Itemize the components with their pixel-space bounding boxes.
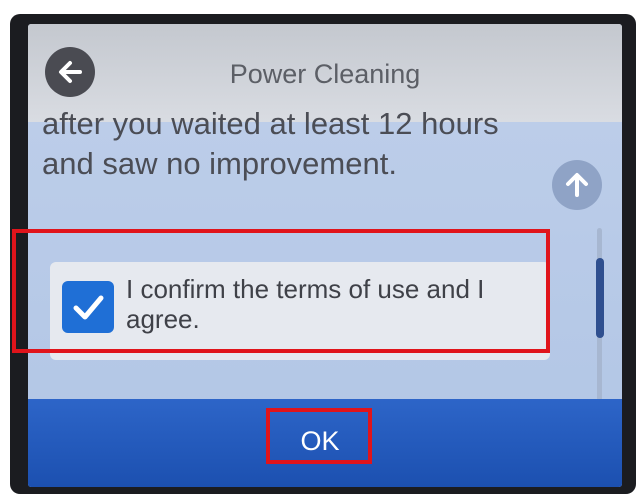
scroll-up-button[interactable]: [552, 160, 602, 210]
confirm-checkbox[interactable]: [62, 281, 114, 333]
scrollbar-thumb[interactable]: [596, 258, 604, 338]
confirm-terms-checkbox-row[interactable]: I confirm the terms of use and I agree.: [50, 262, 550, 360]
ok-button[interactable]: OK: [272, 417, 368, 465]
description-text: after you waited at least 12 hours and s…: [42, 104, 562, 184]
printer-screen: Power Cleaning after you waited at least…: [28, 24, 622, 487]
footer-bar: OK: [28, 399, 622, 487]
confirm-label: I confirm the terms of use and I agree.: [126, 274, 485, 334]
arrow-up-icon: [566, 173, 588, 197]
page-title: Power Cleaning: [229, 59, 421, 89]
description-line-2: and saw no improvement.: [42, 146, 397, 181]
checkmark-icon: [73, 295, 104, 320]
content-area: after you waited at least 12 hours and s…: [28, 106, 622, 418]
description-line-1: after you waited at least 12 hours: [42, 106, 499, 141]
